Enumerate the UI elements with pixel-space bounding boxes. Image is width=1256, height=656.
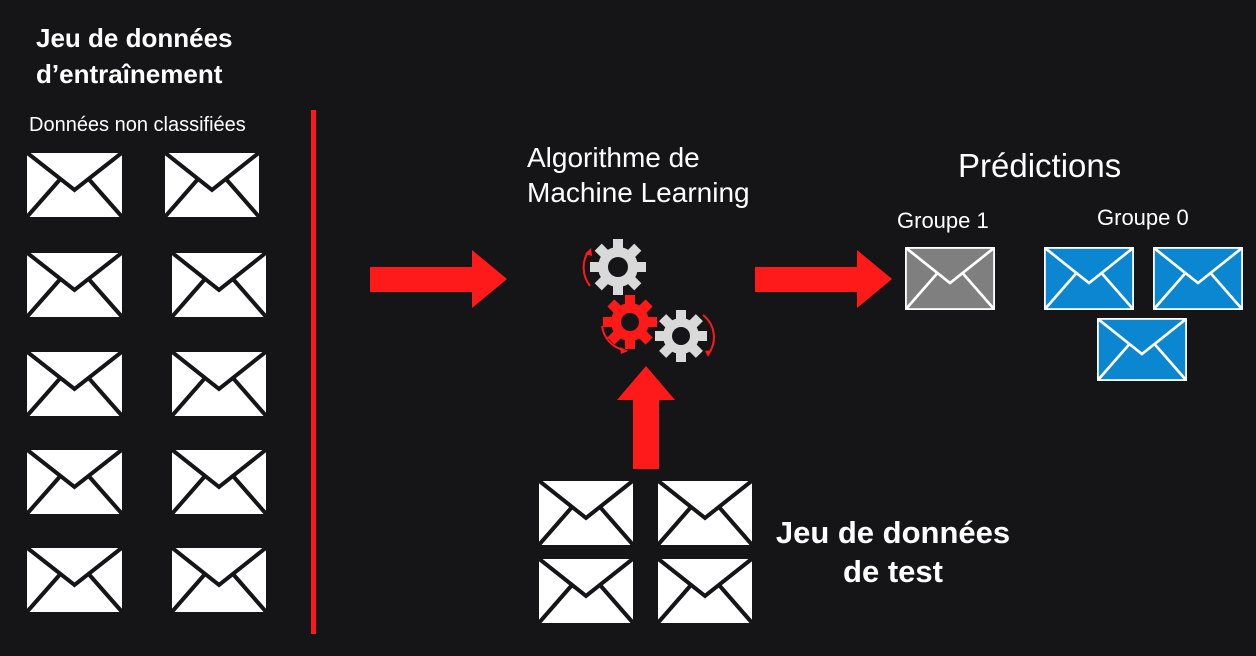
envelope-icon-group0 [1044, 247, 1134, 310]
gear-icon [651, 305, 717, 367]
envelope-icon [24, 545, 125, 615]
arrow-right-icon [755, 250, 892, 308]
test-title-line1: Jeu de données [775, 515, 1011, 550]
group0-label: Groupe 0 [1097, 205, 1189, 230]
envelope-icon-group1 [905, 247, 995, 310]
predictions-title: Prédictions [958, 147, 1122, 184]
envelope-icon [24, 349, 125, 419]
training-title-line1: Jeu de données [36, 23, 233, 53]
envelope-icon [536, 478, 636, 548]
arrow-up-icon [617, 366, 675, 469]
envelope-icon [169, 545, 269, 615]
group1-label: Groupe 1 [897, 208, 989, 233]
algorithm-label-line1: Algorithme de [527, 142, 700, 173]
envelope-icon [536, 556, 636, 626]
envelope-icon [24, 447, 125, 517]
test-title-line2: de test [843, 554, 943, 589]
envelope-icon-group0 [1153, 247, 1243, 310]
envelope-icon [24, 150, 125, 220]
algorithm-label-line2: Machine Learning [527, 177, 750, 208]
envelope-icon [169, 250, 269, 320]
envelope-icon [169, 349, 269, 419]
envelope-icon [655, 478, 755, 548]
training-title-line2: d’entraînement [36, 59, 223, 89]
training-subtitle: Données non classifiées [29, 114, 246, 136]
ml-classification-diagram: Jeu de données d’entraînement Données no… [0, 0, 1256, 656]
arrow-right-icon [370, 250, 507, 308]
red-divider [311, 110, 316, 634]
envelope-icon [162, 150, 262, 220]
envelope-icon [655, 556, 755, 626]
envelope-icon-group0 [1097, 318, 1187, 381]
envelope-icon [169, 447, 269, 517]
envelope-icon [24, 250, 125, 320]
